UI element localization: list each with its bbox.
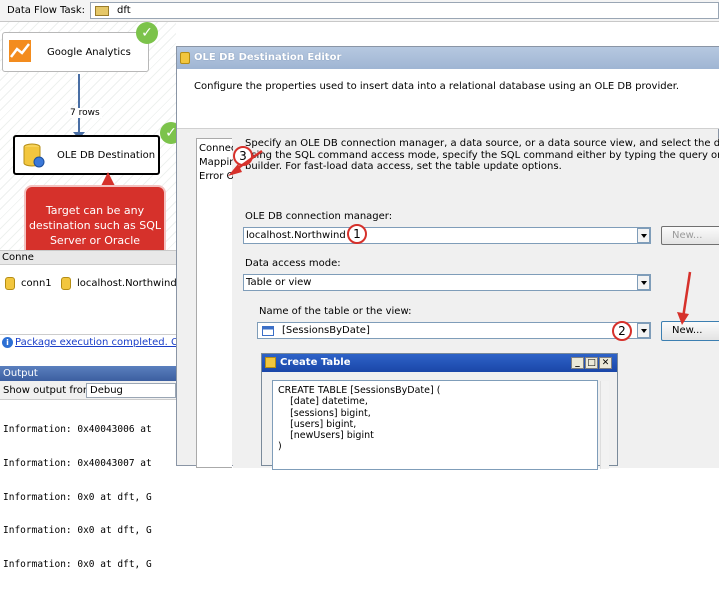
output-line: Information: 0x0 at dft, G xyxy=(3,525,152,537)
table-icon xyxy=(265,357,276,368)
maximize-icon[interactable]: □ xyxy=(585,357,598,369)
arrow-head-icon xyxy=(677,312,689,325)
create-table-dialog: Create Table _ □ ✕ CREATE TABLE [Session… xyxy=(261,353,618,470)
sql-text: CREATE TABLE [SessionsByDate] ( [date] d… xyxy=(278,385,441,453)
close-icon[interactable]: ✕ xyxy=(599,357,612,369)
sql-scrollbar[interactable] xyxy=(600,381,609,469)
output-line: Information: 0x0 at dft, G xyxy=(3,491,152,503)
minimize-icon[interactable]: _ xyxy=(571,357,584,369)
annotation-arrow xyxy=(681,271,692,319)
create-table-title-bar[interactable]: Create Table _ □ ✕ xyxy=(262,354,617,372)
output-line: Information: 0x0 at dft, G xyxy=(3,558,152,570)
create-table-title: Create Table xyxy=(280,357,351,368)
sql-editor[interactable]: CREATE TABLE [SessionsByDate] ( [date] d… xyxy=(272,380,609,470)
